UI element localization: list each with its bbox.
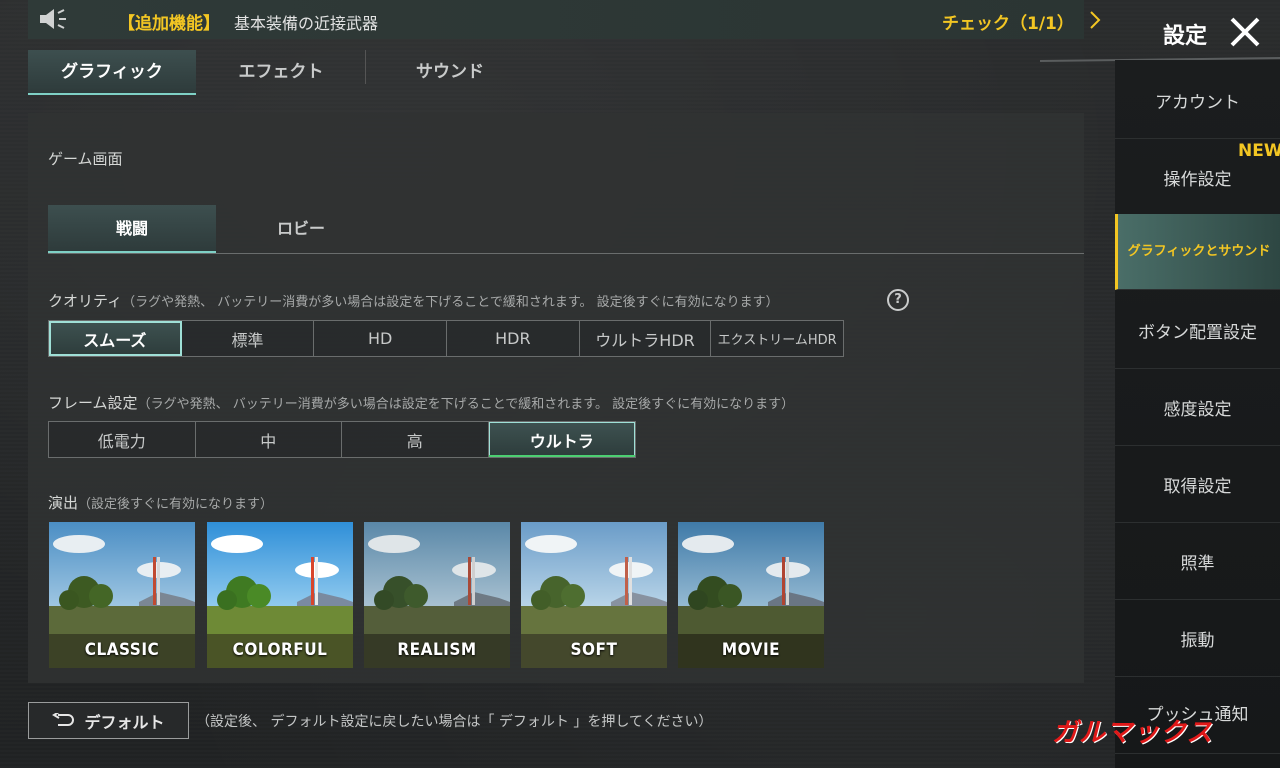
banner-title: 基本装備の近接武器 (234, 14, 379, 33)
quality-option-extreme-hdr[interactable]: エクストリームHDR (711, 321, 843, 356)
style-label-classic: CLASSIC (84, 640, 160, 660)
chevron-right-icon[interactable] (1088, 10, 1102, 30)
frame-option-high[interactable]: 高 (342, 422, 489, 457)
subtab-lobby[interactable]: ロビー (217, 205, 385, 253)
style-thumb-movie[interactable]: MOVIE (678, 522, 824, 668)
quality-option-ultra-hdr[interactable]: ウルトラHDR (580, 321, 712, 356)
sidebar-item-account[interactable]: アカウント (1115, 63, 1280, 139)
tab-effects[interactable]: エフェクト (197, 50, 365, 95)
quality-heading: クオリティ（ラグや発熱、 バッテリー消費が多い場合は設定を下げることで緩和されま… (48, 290, 779, 311)
sidebar-item-button-layout[interactable]: ボタン配置設定 (1115, 293, 1280, 369)
undo-icon (52, 712, 75, 726)
frame-heading: フレーム設定（ラグや発熱、 バッテリー消費が多い場合は設定を下げることで緩和され… (48, 392, 794, 413)
frame-option-low-power[interactable]: 低電力 (49, 422, 196, 457)
quality-option-hd[interactable]: HD (314, 321, 448, 356)
effect-note: （設定後すぐに有効になります） (78, 497, 274, 512)
banner-feature-tag: 【追加機能】 (118, 14, 220, 34)
watermark-logo: ガルマックス (1052, 718, 1214, 748)
quality-note: （ラグや発熱、 バッテリー消費が多い場合は設定を下げることで緩和されます。 設定… (122, 295, 779, 310)
tab-sound[interactable]: サウンド (366, 50, 534, 95)
speaker-icon (40, 9, 66, 29)
style-thumb-realism[interactable]: REALISM (364, 522, 510, 668)
sidebar-item-vibration[interactable]: 振動 (1115, 601, 1280, 677)
game-screen-label: ゲーム画面 (48, 150, 123, 168)
sidebar-item-aim[interactable]: 照準 (1115, 524, 1280, 600)
settings-title: 設定 (1163, 24, 1208, 49)
quality-option-standard[interactable]: 標準 (182, 321, 315, 356)
subtab-underline (48, 253, 1084, 254)
style-label-soft: SOFT (570, 640, 618, 660)
subtab-battle[interactable]: 戦闘 (48, 205, 216, 253)
default-button[interactable]: デフォルト (28, 702, 189, 739)
quality-option-hdr[interactable]: HDR (447, 321, 580, 356)
close-icon[interactable] (1228, 15, 1262, 49)
quality-option-smooth[interactable]: スムーズ (49, 321, 182, 356)
style-thumb-classic[interactable]: CLASSIC (49, 522, 195, 668)
style-label-realism: REALISM (397, 640, 477, 660)
banner-check-link[interactable]: チェック（1/1） (942, 9, 1074, 34)
quality-selector: スムーズ 標準 HD HDR ウルトラHDR エクストリームHDR (48, 320, 844, 357)
tab-graphics[interactable]: グラフィック (28, 50, 196, 95)
quality-label: クオリティ (48, 292, 123, 310)
sidebar-item-pickup[interactable]: 取得設定 (1115, 447, 1280, 523)
help-icon[interactable]: ? (887, 289, 909, 311)
frame-option-medium[interactable]: 中 (196, 422, 342, 457)
frame-note: （ラグや発熱、 バッテリー消費が多い場合は設定を下げることで緩和されます。 設定… (137, 397, 795, 412)
style-label-movie: MOVIE (721, 640, 781, 660)
sidebar-item-sensitivity[interactable]: 感度設定 (1115, 370, 1280, 446)
frame-option-ultra[interactable]: ウルトラ (488, 422, 635, 457)
effect-heading: 演出（設定後すぐに有効になります） (48, 492, 273, 513)
frame-label: フレーム設定 (48, 394, 138, 412)
style-thumb-colorful[interactable]: COLORFUL (207, 522, 353, 668)
style-thumb-soft[interactable]: SOFT (521, 522, 667, 668)
effect-label: 演出 (48, 494, 79, 512)
default-note: （設定後、 デフォルト設定に戻したい場合は「 デフォルト 」を押してください） (196, 714, 713, 730)
sidebar-item-graphics-sound[interactable]: グラフィックとサウンド (1115, 214, 1280, 290)
frame-selector: 低電力 中 高 ウルトラ (48, 421, 636, 458)
announcement-banner[interactable]: 【追加機能】 基本装備の近接武器 チェック（1/1） (28, 0, 1101, 39)
style-label-colorful: COLORFUL (232, 640, 328, 660)
new-badge: NEW (1238, 141, 1280, 161)
default-button-label: デフォルト (84, 712, 165, 732)
